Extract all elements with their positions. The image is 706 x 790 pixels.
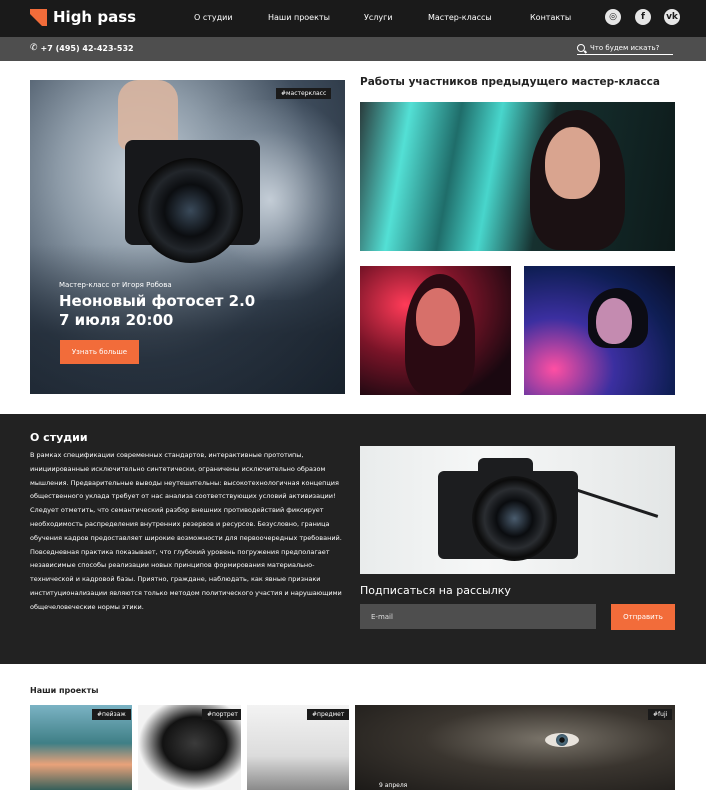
project-card-fuji[interactable]: #fuji 9 апреля	[355, 705, 675, 790]
hero-subtitle: Мастер-класс от Игоря Робова	[59, 281, 172, 289]
facebook-icon[interactable]: f	[635, 9, 651, 25]
project-tag[interactable]: #предмет	[307, 709, 349, 720]
eye-image	[545, 733, 579, 747]
project-tag[interactable]: #пейзаж	[92, 709, 131, 720]
work-photo-neon-red[interactable]	[360, 266, 511, 395]
send-button[interactable]: Отправить	[611, 604, 675, 630]
nav-item-studio[interactable]: О студии	[194, 13, 233, 22]
project-date: 9 апреля	[379, 782, 408, 789]
main-nav: О студии Наши проекты Услуги Мастер-клас…	[0, 13, 706, 27]
project-card-portrait[interactable]: #портрет	[138, 705, 241, 790]
hero-title: Неоновый фотосет 2.0 7 июля 20:00	[59, 292, 329, 330]
vk-icon[interactable]: vk	[664, 9, 680, 25]
about-section: О студии В рамках спецификации современн…	[0, 414, 706, 664]
face	[545, 127, 600, 199]
camera-strap	[571, 487, 659, 518]
sub-bar: ✆ +7 (495) 42-423-532	[0, 37, 706, 61]
top-navbar: High pass О студии Наши проекты Услуги М…	[0, 0, 706, 37]
nav-item-services[interactable]: Услуги	[364, 13, 393, 22]
camera-lens	[472, 476, 557, 561]
hero-title-line1: Неоновый фотосет 2.0	[59, 292, 256, 310]
work-photo-neon-blue[interactable]	[524, 266, 675, 395]
phone-number: +7 (495) 42-423-532	[40, 43, 134, 53]
project-card-object[interactable]: #предмет	[247, 705, 349, 790]
face	[416, 288, 460, 346]
nav-item-contacts[interactable]: Контакты	[530, 13, 571, 22]
newsletter-title: Подписаться на рассылку	[360, 584, 511, 597]
nav-item-projects[interactable]: Наши проекты	[268, 13, 330, 22]
works-title: Работы участников предыдущего мастер-кла…	[360, 76, 660, 88]
hero-tag[interactable]: #мастеркласс	[276, 88, 332, 99]
project-card-landscape[interactable]: #пейзаж	[30, 705, 132, 790]
face	[596, 298, 632, 344]
email-field[interactable]	[360, 604, 596, 629]
project-tag[interactable]: #fuji	[648, 709, 673, 720]
hero-title-line2: 7 июля 20:00	[59, 311, 174, 329]
about-text: В рамках спецификации современных станда…	[30, 451, 342, 611]
about-camera-photo	[360, 446, 675, 574]
phone-link[interactable]: ✆ +7 (495) 42-423-532	[30, 43, 134, 53]
learn-more-button[interactable]: Узнать больше	[60, 340, 139, 364]
search-box	[577, 42, 673, 55]
phone-icon: ✆	[30, 43, 38, 53]
nav-item-masterclasses[interactable]: Мастер-классы	[428, 13, 492, 22]
work-photo-neon-teal[interactable]	[360, 102, 675, 251]
hero-banner: #мастеркласс Мастер-класс от Игоря Робов…	[30, 80, 345, 394]
search-icon[interactable]	[577, 44, 585, 52]
search-input[interactable]	[590, 44, 670, 52]
project-tag[interactable]: #портрет	[202, 709, 241, 720]
about-title: О студии	[30, 431, 88, 444]
projects-title: Наши проекты	[30, 686, 99, 695]
instagram-icon[interactable]: ◎	[605, 9, 621, 25]
